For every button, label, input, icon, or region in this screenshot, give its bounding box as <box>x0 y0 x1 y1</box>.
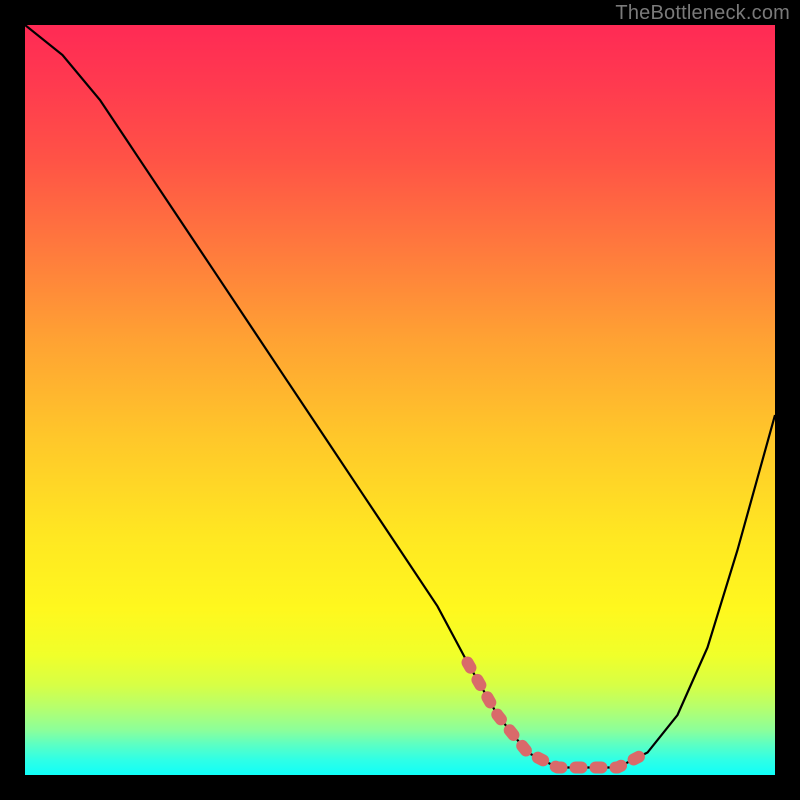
bottleneck-curve-path <box>25 25 775 768</box>
attribution-text: TheBottleneck.com <box>615 2 790 25</box>
chart-frame: TheBottleneck.com <box>0 0 800 800</box>
highlight-segment-path <box>468 663 648 768</box>
chart-plot-area <box>25 25 775 775</box>
chart-curve-svg <box>25 25 775 775</box>
